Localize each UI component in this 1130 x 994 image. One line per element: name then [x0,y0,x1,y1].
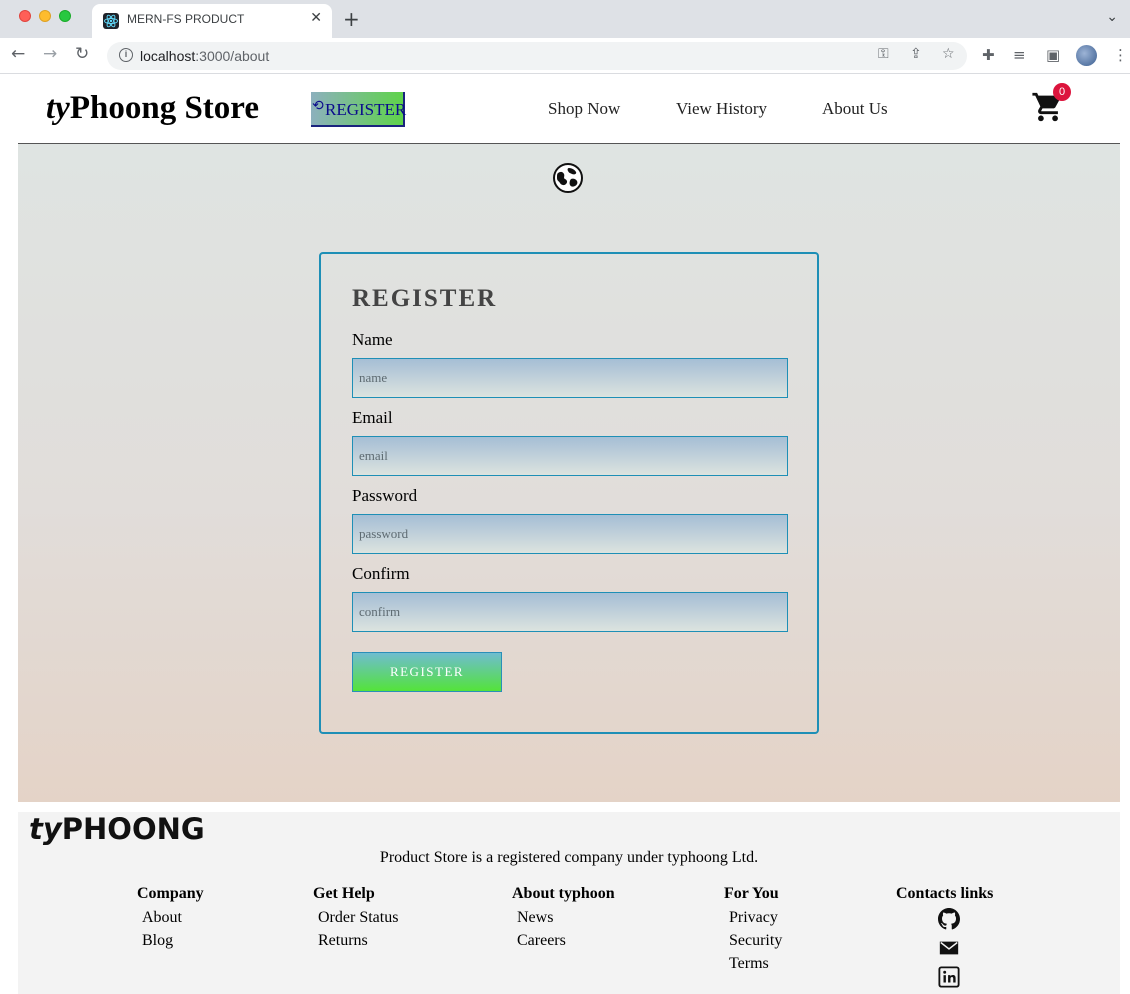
name-label: Name [352,330,393,349]
footer-link-about[interactable]: About [142,906,204,929]
footer-heading: Contacts links [896,885,994,902]
footer-link-careers[interactable]: Careers [517,929,615,952]
mail-icon[interactable] [938,937,960,959]
register-submit-button[interactable]: REGISTER [352,652,502,692]
browser-tab[interactable]: MERN-FS PRODUCT ✕ [92,4,332,38]
login-icon: ⟲ [312,98,324,114]
password-input[interactable] [352,514,788,554]
react-favicon-icon [103,13,119,29]
reading-list-icon[interactable]: ≡ [1013,46,1026,64]
github-icon[interactable] [938,908,960,930]
footer-column-company: Company About Blog [137,885,204,952]
footer-link-terms[interactable]: Terms [729,952,782,975]
linkedin-icon[interactable] [938,966,960,988]
menu-kebab-icon[interactable]: ⋮ [1113,46,1128,64]
bookmark-star-icon[interactable]: ☆ [942,46,955,62]
register-nav-label: REGISTER [325,100,407,119]
window-zoom-button[interactable] [59,10,71,22]
footer-heading: About typhoon [512,885,615,902]
nav-shop-now[interactable]: Shop Now [548,99,620,119]
footer-link-security[interactable]: Security [729,929,782,952]
site-logo[interactable]: tyPhoong Store [46,90,259,127]
footer-heading: Get Help [313,885,375,902]
footer-heading: For You [724,885,779,902]
email-input[interactable] [352,436,788,476]
register-card: REGISTER Name Email Password Confirm REG… [319,252,819,734]
confirm-label: Confirm [352,564,410,583]
site-footer: tyPHOONG Product Store is a registered c… [18,812,1120,994]
footer-column-get-help: Get Help Order Status Returns [313,885,398,952]
name-input[interactable] [352,358,788,398]
back-icon[interactable]: ← [11,44,25,64]
window-minimize-button[interactable] [39,10,51,22]
footer-link-order-status[interactable]: Order Status [318,906,398,929]
browser-tab-bar: MERN-FS PRODUCT ✕ + ⌄ [0,0,1130,38]
footer-column-for-you: For You Privacy Security Terms [724,885,782,975]
window-close-button[interactable] [19,10,31,22]
footer-link-news[interactable]: News [517,906,615,929]
main-content: REGISTER Name Email Password Confirm REG… [18,144,1120,802]
url-text[interactable]: localhost:3000/about [140,48,269,64]
footer-tagline: Product Store is a registered company un… [379,849,759,866]
cart-count-badge: 0 [1053,83,1071,101]
confirm-input[interactable] [352,592,788,632]
globe-icon [552,162,584,194]
register-title: REGISTER [352,285,498,312]
share-icon[interactable]: ⇪ [910,46,922,62]
nav-about-us[interactable]: About Us [822,99,888,119]
site-header: tyPhoong Store ⟲ REGISTER Shop Now View … [18,74,1120,144]
browser-toolbar: ← → ↻ i localhost:3000/about ⚿ ⇪ ☆ ✚ ≡ ▣… [0,38,1130,74]
email-label: Email [352,408,393,427]
footer-column-contacts: Contacts links [896,885,993,994]
reload-icon[interactable]: ↻ [75,44,89,64]
footer-column-about: About typhoon News Careers [512,885,615,952]
key-icon[interactable]: ⚿ [878,46,889,62]
footer-link-returns[interactable]: Returns [318,929,398,952]
forward-icon[interactable]: → [43,44,57,64]
address-bar[interactable]: i localhost:3000/about ⚿ ⇪ ☆ [107,42,967,70]
profile-avatar[interactable] [1076,45,1097,66]
password-label: Password [352,486,418,505]
info-icon[interactable]: i [119,48,133,62]
register-nav-button[interactable]: ⟲ REGISTER [311,92,407,127]
footer-link-blog[interactable]: Blog [142,929,204,952]
footer-link-privacy[interactable]: Privacy [729,906,782,929]
side-panel-icon[interactable]: ▣ [1046,46,1060,64]
extensions-icon[interactable]: ✚ [982,46,995,64]
footer-logo: tyPHOONG [29,812,205,846]
chevron-down-icon[interactable]: ⌄ [1106,9,1118,25]
nav-view-history[interactable]: View History [676,99,767,119]
new-tab-icon[interactable]: + [343,7,360,31]
footer-heading: Company [137,885,204,902]
tab-title: MERN-FS PRODUCT [127,12,245,26]
tab-close-icon[interactable]: ✕ [310,10,322,26]
